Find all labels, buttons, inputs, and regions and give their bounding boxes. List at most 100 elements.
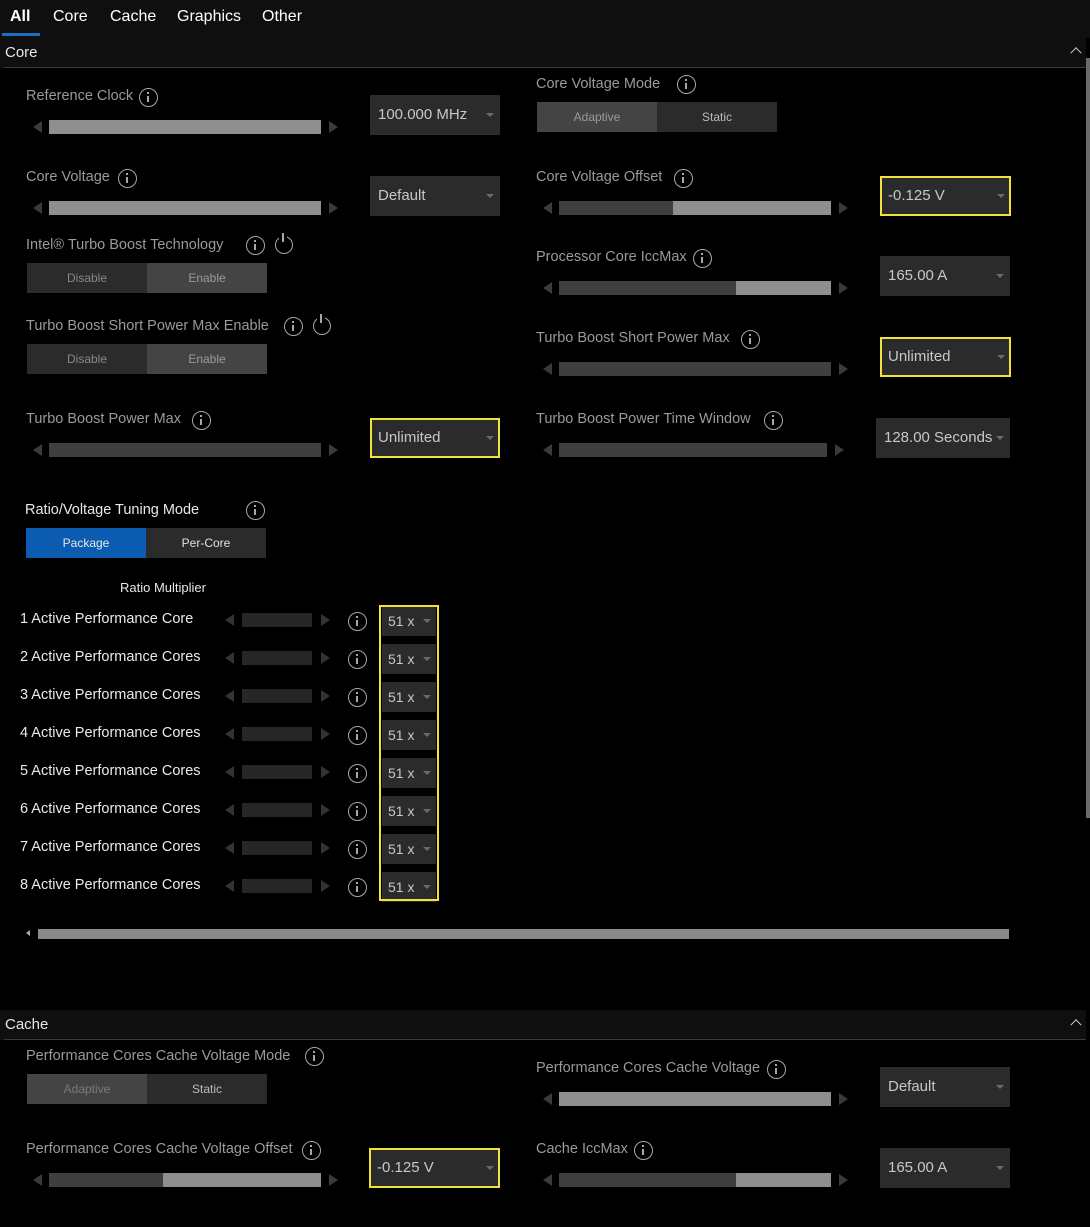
ratio-slider[interactable] [225,841,330,855]
slider-track[interactable] [49,201,321,215]
slider-track[interactable] [242,727,312,741]
info-icon[interactable] [348,612,367,631]
info-icon[interactable] [348,688,367,707]
vertical-scrollbar[interactable] [1086,58,1090,818]
turbo-boost-tech-disable[interactable]: Disable [27,263,147,293]
slider-track[interactable] [559,443,827,457]
cache-iccmax-dropdown[interactable]: 165.00 A [880,1148,1010,1188]
ratio-slider[interactable] [225,689,330,703]
short-power-max-slider[interactable] [543,362,848,376]
short-power-max-dropdown[interactable]: Unlimited [880,337,1011,377]
processor-iccmax-slider[interactable] [543,281,848,295]
tuning-mode-package[interactable]: Package [26,528,146,558]
info-icon[interactable] [677,75,696,94]
core-voltage-offset-slider[interactable] [543,201,848,215]
info-icon[interactable] [192,411,211,430]
cache-voltage-dropdown[interactable]: Default [880,1067,1010,1107]
slider-left-arrow-icon[interactable] [225,880,234,892]
core-voltage-slider[interactable] [33,201,338,215]
tab-cache[interactable]: Cache [110,8,156,26]
info-icon[interactable] [246,236,265,255]
ratio-slider[interactable] [225,613,330,627]
slider-right-arrow-icon[interactable] [321,652,330,664]
slider-right-arrow-icon[interactable] [321,614,330,626]
info-icon[interactable] [139,88,158,107]
cache-voltage-offset-slider[interactable] [33,1173,338,1187]
slider-right-arrow-icon[interactable] [839,282,848,294]
slider-right-arrow-icon[interactable] [839,1093,848,1105]
power-max-dropdown[interactable]: Unlimited [370,418,500,458]
power-time-window-dropdown[interactable]: 128.00 Seconds [876,418,1010,458]
core-voltage-mode-adaptive[interactable]: Adaptive [537,102,657,132]
core-voltage-mode-static[interactable]: Static [657,102,777,132]
info-icon[interactable] [348,802,367,821]
ratio-slider[interactable] [225,651,330,665]
slider-left-arrow-icon[interactable] [225,614,234,626]
slider-track[interactable] [242,841,312,855]
power-time-window-slider[interactable] [543,443,844,457]
slider-track[interactable] [49,120,321,134]
info-icon[interactable] [348,726,367,745]
ratio-slider[interactable] [225,803,330,817]
info-icon[interactable] [348,650,367,669]
ratio-slider[interactable] [225,727,330,741]
info-icon[interactable] [348,878,367,897]
info-icon[interactable] [305,1047,324,1066]
info-icon[interactable] [246,501,265,520]
info-icon[interactable] [767,1060,786,1079]
horizontal-scrollbar[interactable] [38,929,1009,939]
slider-right-arrow-icon[interactable] [835,444,844,456]
slider-track[interactable] [559,362,831,376]
slider-track[interactable] [242,651,312,665]
core-voltage-offset-dropdown[interactable]: -0.125 V [880,176,1011,216]
tab-graphics[interactable]: Graphics [177,8,241,26]
info-icon[interactable] [348,840,367,859]
slider-left-arrow-icon[interactable] [33,202,42,214]
slider-left-arrow-icon[interactable] [225,766,234,778]
scroll-left-arrow-icon[interactable] [26,930,30,936]
info-icon[interactable] [348,764,367,783]
slider-right-arrow-icon[interactable] [329,1174,338,1186]
info-icon[interactable] [284,317,303,336]
slider-left-arrow-icon[interactable] [543,1174,552,1186]
ratio-slider[interactable] [225,879,330,893]
slider-right-arrow-icon[interactable] [321,880,330,892]
power-icon[interactable] [313,314,331,335]
core-voltage-dropdown[interactable]: Default [370,176,500,216]
chevron-up-icon[interactable] [1070,47,1082,59]
slider-left-arrow-icon[interactable] [33,121,42,133]
slider-track[interactable] [242,879,312,893]
short-power-max-enable[interactable]: Enable [147,344,267,374]
slider-left-arrow-icon[interactable] [33,1174,42,1186]
info-icon[interactable] [118,169,137,188]
slider-right-arrow-icon[interactable] [329,202,338,214]
slider-track[interactable] [559,201,831,215]
slider-left-arrow-icon[interactable] [543,202,552,214]
processor-iccmax-dropdown[interactable]: 165.00 A [880,256,1010,296]
slider-right-arrow-icon[interactable] [839,363,848,375]
info-icon[interactable] [634,1141,653,1160]
tab-all[interactable]: All [10,8,30,26]
slider-right-arrow-icon[interactable] [329,121,338,133]
slider-track[interactable] [49,443,321,457]
slider-right-arrow-icon[interactable] [321,804,330,816]
slider-left-arrow-icon[interactable] [543,363,552,375]
cache-voltage-mode-static[interactable]: Static [147,1074,267,1104]
slider-left-arrow-icon[interactable] [225,728,234,740]
info-icon[interactable] [764,411,783,430]
slider-track[interactable] [242,613,312,627]
slider-left-arrow-icon[interactable] [543,444,552,456]
slider-track[interactable] [559,1173,831,1187]
tuning-mode-per-core[interactable]: Per-Core [146,528,266,558]
slider-right-arrow-icon[interactable] [321,842,330,854]
power-max-slider[interactable] [33,443,338,457]
slider-track[interactable] [242,689,312,703]
slider-right-arrow-icon[interactable] [321,728,330,740]
cache-section-header[interactable]: Cache [0,1010,1086,1040]
info-icon[interactable] [693,249,712,268]
slider-track[interactable] [242,803,312,817]
slider-track[interactable] [559,281,831,295]
tab-core[interactable]: Core [53,8,88,26]
slider-left-arrow-icon[interactable] [543,282,552,294]
slider-right-arrow-icon[interactable] [321,766,330,778]
